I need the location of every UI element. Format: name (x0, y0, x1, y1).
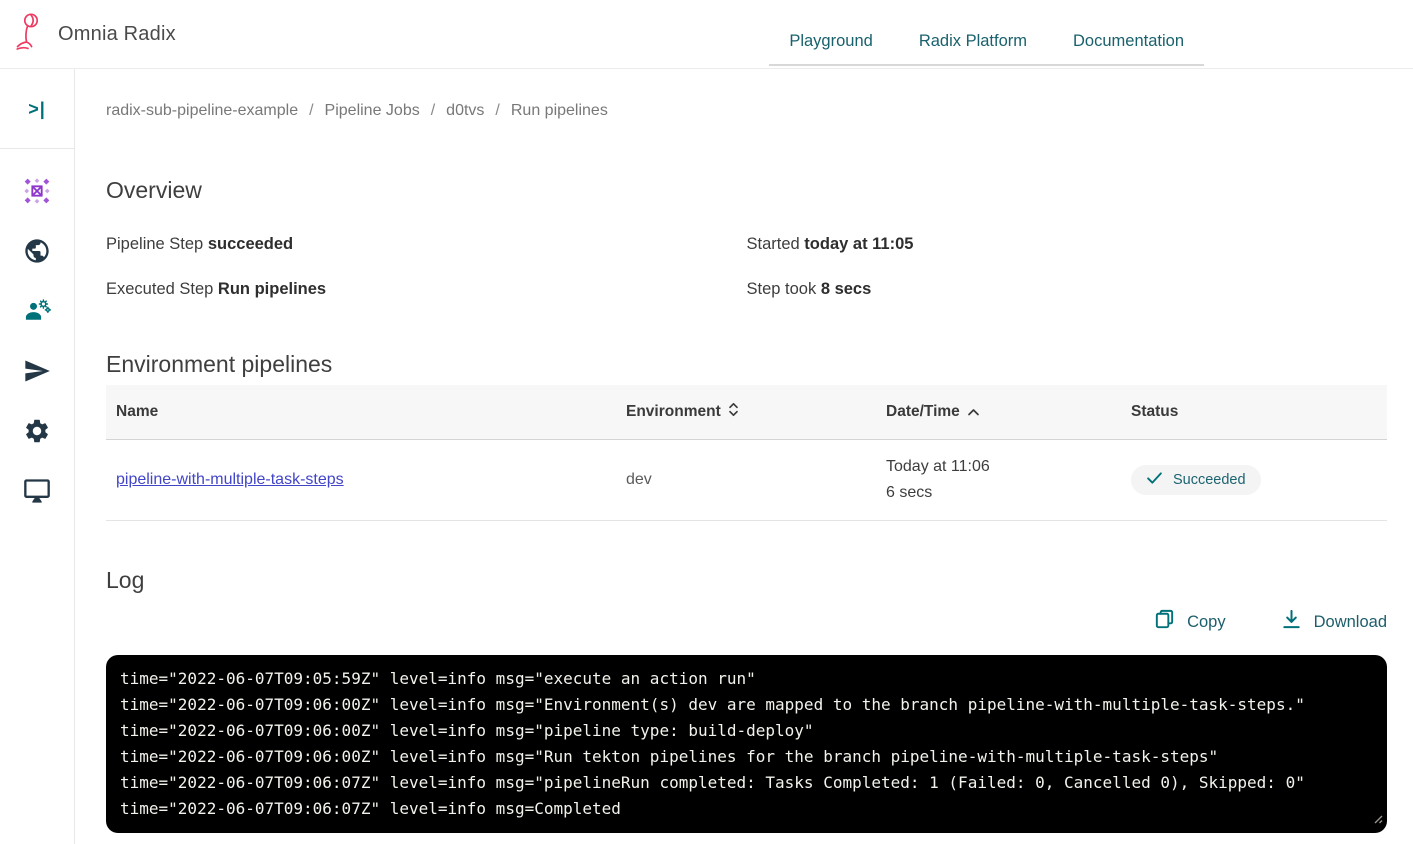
breadcrumb-separator: / (309, 102, 314, 119)
breadcrumb-current: Run pipelines (510, 102, 608, 119)
field-label: Pipeline Step (106, 235, 204, 253)
check-icon (1146, 471, 1163, 489)
send-icon[interactable] (23, 357, 51, 385)
globe-icon[interactable] (23, 237, 51, 265)
main-content: radix-sub-pipeline-example / Pipeline Jobs… (75, 69, 1413, 844)
sidebar-expand-icon[interactable]: >| (28, 99, 46, 120)
sidebar-divider (0, 148, 74, 149)
log-terminal-container: time="2022-06-07T09:05:59Z" level=info m… (106, 655, 1387, 833)
run-duration: 6 secs (886, 484, 933, 501)
table-header-row: Name Environment Date/Time Status (106, 385, 1387, 440)
download-button[interactable]: Download (1280, 607, 1387, 637)
breadcrumb-app[interactable]: radix-sub-pipeline-example (106, 102, 298, 119)
log-heading: Log (106, 567, 145, 593)
pipeline-run-link[interactable]: pipeline-with-multiple-task-steps (116, 471, 344, 488)
breadcrumb-separator: / (430, 102, 436, 119)
breadcrumb-job-id[interactable]: d0tvs (446, 102, 484, 119)
field-value: Run pipelines (217, 280, 327, 298)
copy-icon (1153, 608, 1176, 636)
overview-field: Executed Step Run pipelines (106, 278, 747, 301)
log-toolbar: Copy Download (106, 607, 1387, 637)
nav-playground[interactable]: Playground (789, 32, 872, 51)
status-badge: Succeeded (1131, 465, 1261, 495)
breadcrumb-pipeline-jobs[interactable]: Pipeline Jobs (325, 102, 420, 119)
environment-cell: dev (616, 439, 876, 521)
column-header-name: Name (106, 385, 616, 440)
sort-ascending-icon (967, 404, 980, 421)
environment-pipelines-table: Name Environment Date/Time Status pipeli… (106, 385, 1387, 521)
overview-heading: Overview (106, 177, 202, 203)
datetime-cell: Today at 11:06 6 secs (876, 439, 1121, 521)
column-header-status: Status (1121, 385, 1387, 440)
brand-title: Omnia Radix (58, 22, 176, 45)
download-icon (1280, 608, 1303, 636)
nav-radix-platform[interactable]: Radix Platform (919, 32, 1027, 51)
top-nav: Playground Radix Platform Documentation (769, 32, 1204, 66)
copy-button[interactable]: Copy (1153, 607, 1226, 637)
table-row: pipeline-with-multiple-task-steps dev To… (106, 439, 1387, 521)
user-gear-icon[interactable] (23, 297, 51, 325)
breadcrumb: radix-sub-pipeline-example / Pipeline Jobs… (106, 101, 1387, 121)
top-bar: Omnia Radix Playground Radix Platform Do… (0, 0, 1413, 69)
sort-both-icon (728, 402, 739, 421)
monitor-icon[interactable] (23, 477, 51, 505)
field-label: Started (746, 235, 800, 253)
app-grid-icon[interactable] (23, 177, 51, 205)
environment-pipelines-heading: Environment pipelines (106, 351, 333, 377)
overview-field: Started today at 11:05 (747, 233, 1388, 256)
overview-field: Step took 8 secs (747, 278, 1388, 301)
overview-fields: Pipeline Step succeeded Started today at… (106, 233, 1387, 301)
column-header-environment[interactable]: Environment (616, 385, 876, 440)
field-value: 8 secs (820, 280, 872, 298)
gear-icon[interactable] (23, 417, 51, 445)
copy-label: Copy (1187, 612, 1226, 631)
field-label: Executed Step (106, 280, 214, 298)
download-label: Download (1313, 612, 1387, 631)
brand-home-link[interactable]: Omnia Radix (10, 11, 176, 57)
sidebar: >| (0, 69, 75, 844)
overview-field: Pipeline Step succeeded (106, 233, 747, 256)
column-header-datetime[interactable]: Date/Time (876, 385, 1121, 440)
field-value: today at 11:05 (804, 235, 914, 253)
resize-handle[interactable] (1372, 811, 1383, 829)
radix-logo-icon (10, 11, 48, 57)
field-label: Step took (746, 280, 817, 298)
nav-documentation[interactable]: Documentation (1073, 32, 1184, 51)
log-terminal[interactable]: time="2022-06-07T09:05:59Z" level=info m… (106, 655, 1387, 833)
field-value: succeeded (207, 235, 294, 253)
status-label: Succeeded (1173, 472, 1246, 488)
breadcrumb-separator: / (495, 102, 500, 119)
run-date: Today at 11:06 (886, 458, 990, 475)
